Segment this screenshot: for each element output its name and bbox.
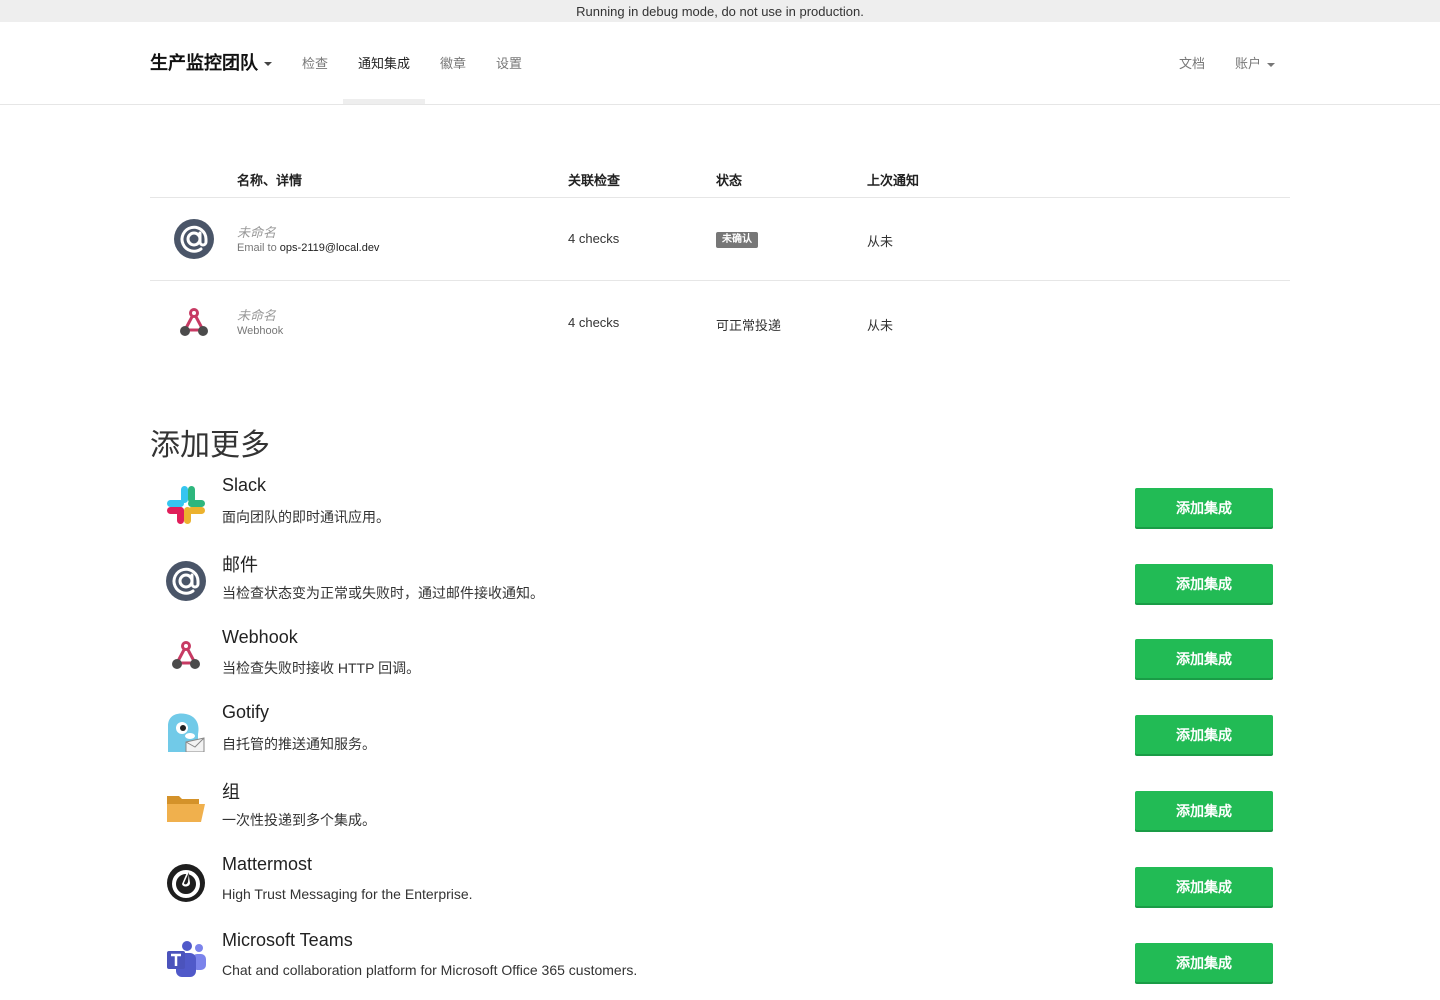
webhook-icon [174,303,214,348]
add-teams-button[interactable]: 添加集成 [1135,943,1273,982]
integration-description: 自托管的推送通知服务。 [222,736,376,752]
add-slack-button[interactable]: 添加集成 [1135,488,1273,527]
integration-title: 邮件 [222,555,258,575]
add-email-button[interactable]: 添加集成 [1135,564,1273,603]
col-header-last-notified: 上次通知 [867,173,920,188]
nav-settings[interactable]: 设置 [496,22,522,104]
nav-integrations[interactable]: 通知集成 [358,22,410,104]
integration-title: Mattermost [222,854,313,874]
account-menu[interactable]: 账户 [1235,22,1276,104]
add-mattermost-button[interactable]: 添加集成 [1135,867,1273,906]
gotify-icon [166,712,206,757]
integration-title: Microsoft Teams [222,930,353,950]
status-text: 可正常投递 [716,318,782,333]
nav-docs[interactable]: 文档 [1179,22,1205,104]
nav-checks[interactable]: 检查 [302,22,328,104]
slack-icon [166,485,206,530]
nav-badges[interactable]: 徽章 [440,22,466,104]
integration-description: 面向团队的即时通讯应用。 [222,509,390,525]
integration-title: 组 [222,782,240,802]
project-switcher[interactable]: 生产监控团队 [150,22,272,104]
integration-title: Slack [222,475,267,495]
integration-description: High Trust Messaging for the Enterprise. [222,886,473,902]
channel-detail: Webhook [237,325,284,337]
channel-email-address: ops-2119@local.dev [279,242,380,254]
channel-name[interactable]: 未命名 [237,222,276,241]
table-divider [150,197,1290,198]
active-tab-indicator [343,99,425,104]
add-more-heading: 添加更多 [150,429,270,462]
status-badge: 未确认 [716,232,758,248]
top-navbar: 生产监控团队 检查 通知集成 徽章 设置 文档 账户 [0,22,1440,105]
channel-detail: Email to ops-2119@local.dev [237,242,379,254]
col-header-checks: 关联检查 [568,173,621,188]
debug-banner: Running in debug mode, do not use in pro… [0,0,1440,22]
integration-title: Gotify [222,702,270,722]
add-gotify-button[interactable]: 添加集成 [1135,715,1273,754]
at-sign-icon [166,561,206,606]
integration-description: 一次性投递到多个集成。 [222,812,376,828]
folder-icon [166,788,206,833]
channel-name[interactable]: 未命名 [237,305,276,324]
integration-description: Chat and collaboration platform for Micr… [222,962,638,978]
integration-description: 当检查失败时接收 HTTP 回调。 [222,660,421,676]
assigned-checks[interactable]: 4 checks [568,231,619,246]
project-name: 生产监控团队 [150,53,258,73]
col-header-name: 名称、详情 [237,173,303,188]
channel-detail-prefix: Email to [237,242,280,254]
last-notified: 从未 [867,234,894,249]
teams-icon [166,940,206,985]
table-divider [150,280,1290,281]
caret-down-icon [264,62,272,67]
caret-down-icon [1267,62,1276,67]
add-group-button[interactable]: 添加集成 [1135,791,1273,830]
assigned-checks[interactable]: 4 checks [568,315,619,330]
webhook-icon [166,636,206,681]
add-webhook-button[interactable]: 添加集成 [1135,639,1273,678]
at-sign-icon [174,219,214,264]
account-label: 账户 [1235,56,1262,71]
mattermost-icon [166,863,206,908]
integration-description: 当检查状态变为正常或失败时，通过邮件接收通知。 [222,585,544,601]
integration-title: Webhook [222,627,298,647]
col-header-status: 状态 [716,173,743,188]
last-notified: 从未 [867,318,894,333]
